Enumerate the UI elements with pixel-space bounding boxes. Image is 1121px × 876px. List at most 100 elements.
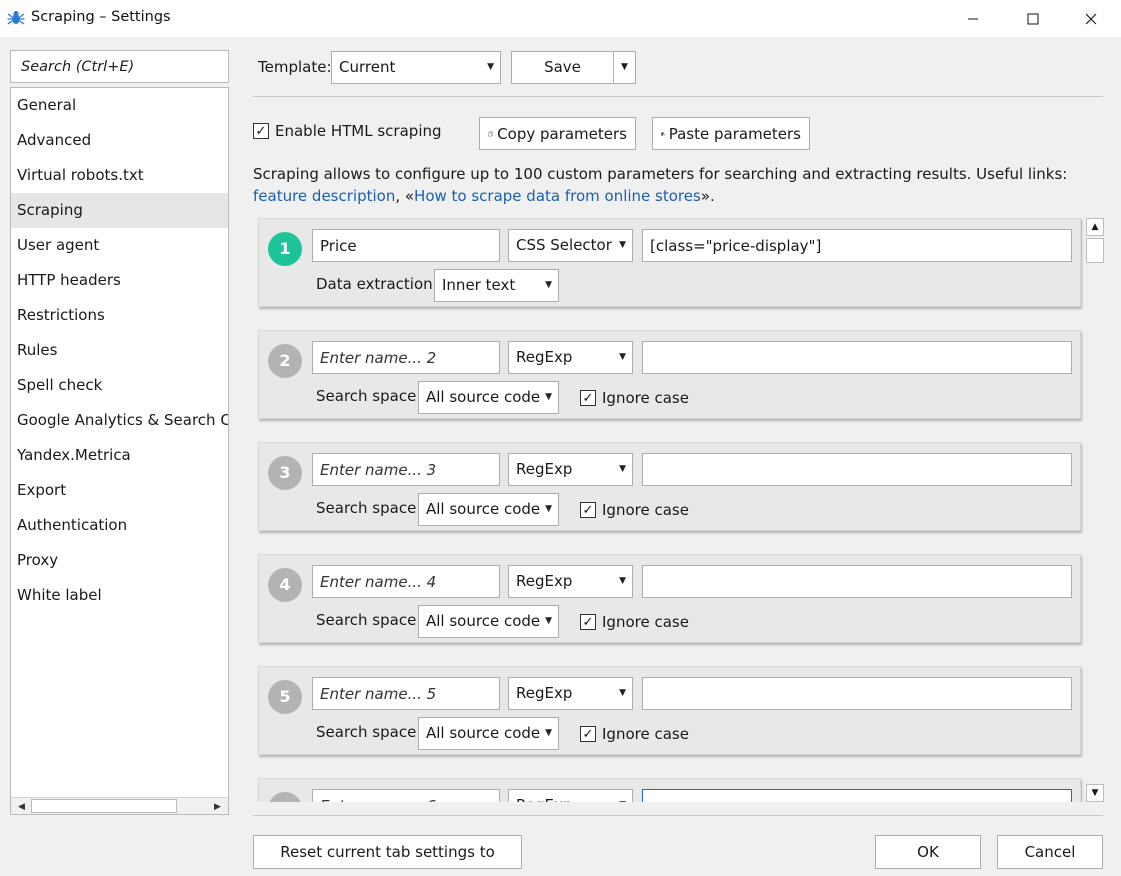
parameter-type-select[interactable]: RegExp ▼ [508, 677, 633, 710]
minimize-button[interactable] [950, 0, 996, 37]
parameter-name-field[interactable] [312, 229, 500, 262]
sidebar-item-proxy[interactable]: Proxy [11, 543, 228, 578]
description-end: ». [700, 187, 715, 205]
title-bar: Scraping – Settings [0, 0, 1121, 37]
parameter-type-select[interactable]: RegExp ▼ [508, 341, 633, 374]
chevron-down-icon: ▼ [545, 504, 552, 514]
parameter-name-input[interactable] [313, 230, 499, 261]
search-space-select[interactable]: All source code ▼ [418, 605, 559, 638]
parameter-name-field[interactable] [312, 453, 500, 486]
parameter-expression-field[interactable] [642, 341, 1072, 374]
sidebar-item-general[interactable]: General [11, 88, 228, 123]
ok-button[interactable]: OK [875, 835, 981, 869]
ignore-case-label: Ignore case [602, 389, 689, 407]
paste-parameters-button[interactable]: Paste parameters [652, 117, 810, 150]
parameter-name-input[interactable] [313, 342, 499, 373]
vertical-scrollbar-thumb[interactable] [1086, 238, 1104, 263]
parameter-expression-input[interactable] [643, 678, 1071, 709]
parameter-type-select[interactable]: CSS Selector ▼ [508, 229, 633, 262]
checkbox-checked-icon[interactable]: ✓ [580, 502, 596, 518]
parameter-name-input[interactable] [313, 678, 499, 709]
sidebar-item-http-headers[interactable]: HTTP headers [11, 263, 228, 298]
sidebar-item-spell-check[interactable]: Spell check [11, 368, 228, 403]
sidebar-item-white-label[interactable]: White label [11, 578, 228, 613]
checkbox-checked-icon[interactable]: ✓ [580, 390, 596, 406]
template-value: Current [339, 58, 396, 76]
scroll-down-icon[interactable]: ▼ [1086, 784, 1104, 802]
parameter-type-value: CSS Selector [516, 236, 612, 254]
parameter-name-input[interactable] [313, 566, 499, 597]
search-space-select[interactable]: All source code ▼ [418, 717, 559, 750]
sidebar-item-advanced[interactable]: Advanced [11, 123, 228, 158]
parameter-name-field[interactable] [312, 789, 500, 802]
parameter-expression-field[interactable] [642, 453, 1072, 486]
ignore-case-checkbox[interactable]: ✓ Ignore case [580, 613, 689, 631]
data-extraction-select[interactable]: Inner text ▼ [434, 269, 559, 302]
checkbox-checked-icon[interactable]: ✓ [580, 726, 596, 742]
paste-parameters-label: Paste parameters [668, 124, 801, 143]
sidebar-item-restrictions[interactable]: Restrictions [11, 298, 228, 333]
parameter-expression-input[interactable] [643, 790, 1071, 802]
sidebar-item-user-agent[interactable]: User agent [11, 228, 228, 263]
parameter-number-badge: 3 [268, 456, 302, 490]
ignore-case-checkbox[interactable]: ✓ Ignore case [580, 725, 689, 743]
parameter-expression-field[interactable] [642, 229, 1072, 262]
parameter-type-value: RegExp [516, 790, 572, 802]
sidebar-item-rules[interactable]: Rules [11, 333, 228, 368]
sidebar-item-google-analytics-search-console[interactable]: Google Analytics & Search Console [11, 403, 228, 438]
save-dropdown-button[interactable]: ▼ [613, 51, 636, 84]
reset-tab-settings-button[interactable]: Reset current tab settings to default [253, 835, 522, 876]
parameter-expression-input[interactable] [643, 342, 1071, 373]
sidebar-item-yandex-metrica[interactable]: Yandex.Metrica [11, 438, 228, 473]
how-to-scrape-link[interactable]: How to scrape data from online stores [414, 187, 701, 205]
paste-icon [661, 131, 665, 136]
scroll-left-icon[interactable]: ◀ [13, 799, 30, 814]
parameter-expression-input[interactable] [643, 454, 1071, 485]
ignore-case-checkbox[interactable]: ✓ Ignore case [580, 501, 689, 519]
parameter-type-select[interactable]: RegExp ▼ [508, 453, 633, 486]
parameter-expression-field[interactable] [642, 677, 1072, 710]
scroll-right-icon[interactable]: ▶ [209, 799, 226, 814]
chevron-down-icon: ▼ [619, 464, 626, 474]
settings-search[interactable] [10, 50, 229, 83]
scrollbar-thumb[interactable] [31, 799, 177, 813]
parameter-expression-field[interactable] [642, 789, 1072, 802]
maximize-button[interactable] [1010, 0, 1056, 37]
horizontal-scrollbar[interactable]: ◀ ▶ [11, 797, 228, 814]
close-button[interactable] [1068, 0, 1114, 37]
parameter-name-input[interactable] [313, 790, 499, 802]
parameter-name-field[interactable] [312, 677, 500, 710]
parameter-expression-input[interactable] [643, 566, 1071, 597]
parameter-expression-field[interactable] [642, 565, 1072, 598]
parameter-name-field[interactable] [312, 341, 500, 374]
search-input[interactable] [11, 51, 228, 82]
enable-html-scraping-checkbox[interactable]: ✓ Enable HTML scraping [253, 122, 442, 140]
scroll-up-icon[interactable]: ▲ [1086, 218, 1104, 236]
divider [253, 96, 1103, 97]
parameter-number-badge: 1 [268, 232, 302, 266]
ignore-case-checkbox[interactable]: ✓ Ignore case [580, 389, 689, 407]
chevron-down-icon: ▼ [545, 728, 552, 738]
checkbox-checked-icon[interactable]: ✓ [580, 614, 596, 630]
parameter-name-field[interactable] [312, 565, 500, 598]
sidebar-item-authentication[interactable]: Authentication [11, 508, 228, 543]
description-mid: , « [395, 187, 415, 205]
search-space-select[interactable]: All source code ▼ [418, 493, 559, 526]
parameter-expression-input[interactable] [643, 230, 1071, 261]
parameter-name-input[interactable] [313, 454, 499, 485]
feature-description-link[interactable]: feature description [253, 187, 395, 205]
search-space-select[interactable]: All source code ▼ [418, 381, 559, 414]
cancel-button[interactable]: Cancel [997, 835, 1103, 869]
sidebar-item-scraping[interactable]: Scraping [11, 193, 228, 228]
save-button[interactable]: Save [511, 51, 614, 84]
parameter-type-select[interactable]: RegExp ▼ [508, 789, 633, 802]
sidebar-item-virtual-robots-txt[interactable]: Virtual robots.txt [11, 158, 228, 193]
copy-parameters-button[interactable]: Copy parameters [479, 117, 636, 150]
parameters-list: 1 CSS Selector ▼ Data extraction: Inner … [253, 214, 1085, 802]
ignore-case-label: Ignore case [602, 725, 689, 743]
window-title: Scraping – Settings [31, 9, 171, 25]
parameter-type-select[interactable]: RegExp ▼ [508, 565, 633, 598]
sidebar-item-export[interactable]: Export [11, 473, 228, 508]
checkbox-checked-icon[interactable]: ✓ [253, 123, 269, 139]
template-select[interactable]: Current ▼ [331, 51, 501, 84]
